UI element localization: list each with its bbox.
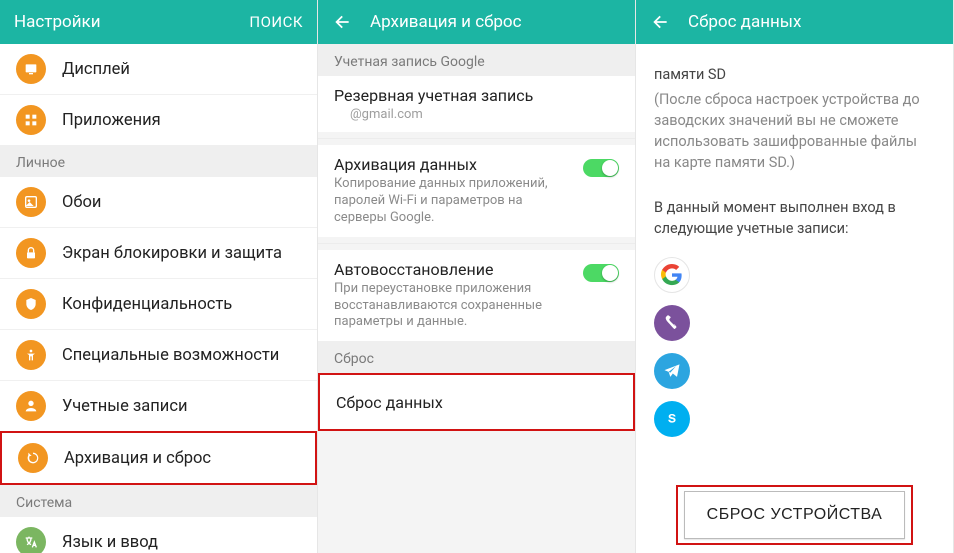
setting-title: Сброс данных bbox=[336, 393, 605, 412]
account-viber bbox=[636, 299, 953, 347]
apps-icon bbox=[16, 105, 46, 135]
reset-data-highlight: Сброс данных bbox=[318, 373, 635, 431]
accessibility-icon bbox=[16, 340, 46, 370]
settings-column: Настройки ПОИСК Дисплей Приложения Лично… bbox=[0, 0, 318, 553]
settings-item-privacy[interactable]: Конфиденциальность bbox=[0, 278, 317, 329]
factory-reset-highlight: СБРОС УСТРОЙСТВА bbox=[676, 485, 914, 545]
settings-list: Дисплей Приложения Личное Обои Экран бло… bbox=[0, 44, 317, 553]
list-item-label: Дисплей bbox=[62, 60, 130, 79]
search-action[interactable]: ПОИСК bbox=[249, 13, 303, 31]
accounts-icon bbox=[16, 391, 46, 421]
section-reset: Сброс bbox=[318, 341, 635, 373]
backup-content: Учетная запись Google Резервная учетная … bbox=[318, 44, 635, 553]
auto-restore-item[interactable]: Автовосстановление При переустановке при… bbox=[318, 250, 635, 342]
settings-item-accessibility[interactable]: Специальные возможности bbox=[0, 329, 317, 380]
backup-reset-highlight: Архивация и сброс bbox=[0, 431, 317, 485]
setting-email: @gmail.com bbox=[334, 107, 607, 122]
list-item-label: Учетные записи bbox=[62, 397, 188, 416]
reset-body: памяти SD (После сброса настроек устройс… bbox=[636, 44, 953, 553]
list-item-label: Архивация и сброс bbox=[64, 449, 211, 468]
backup-account-item[interactable]: Резервная учетная запись @gmail.com bbox=[318, 76, 635, 132]
reset-data-item[interactable]: Сброс данных bbox=[320, 375, 633, 429]
settings-item-apps[interactable]: Приложения bbox=[0, 94, 317, 145]
list-item-label: Экран блокировки и защита bbox=[62, 244, 282, 263]
settings-item-display[interactable]: Дисплей bbox=[0, 44, 317, 94]
display-icon bbox=[16, 54, 46, 84]
viber-icon bbox=[654, 305, 690, 341]
settings-item-lockscreen[interactable]: Экран блокировки и защита bbox=[0, 227, 317, 278]
setting-desc: При переустановке приложения восстанавли… bbox=[334, 281, 571, 332]
privacy-icon bbox=[16, 289, 46, 319]
telegram-icon bbox=[654, 353, 690, 389]
backup-icon bbox=[18, 443, 48, 473]
section-personal: Личное bbox=[0, 145, 317, 177]
backup-header: Архивация и сброс bbox=[318, 0, 635, 44]
setting-title: Резервная учетная запись bbox=[334, 86, 607, 105]
backup-title: Архивация и сброс bbox=[370, 12, 621, 32]
wallpaper-icon bbox=[16, 187, 46, 217]
reset-title: Сброс данных bbox=[688, 12, 939, 32]
skype-icon bbox=[654, 401, 690, 437]
settings-item-language[interactable]: Язык и ввод bbox=[0, 517, 317, 553]
backup-reset-column: Архивация и сброс Учетная запись Google … bbox=[318, 0, 636, 553]
lock-icon bbox=[16, 238, 46, 268]
sd-title: памяти SD bbox=[636, 64, 953, 85]
back-icon[interactable] bbox=[332, 12, 352, 32]
settings-header: Настройки ПОИСК bbox=[0, 0, 317, 44]
auto-restore-toggle[interactable] bbox=[583, 264, 619, 282]
backup-data-item[interactable]: Архивация данных Копирование данных прил… bbox=[318, 145, 635, 237]
setting-desc: Копирование данных приложений, паролей W… bbox=[334, 176, 571, 227]
language-icon bbox=[16, 527, 46, 553]
list-item-label: Специальные возможности bbox=[62, 346, 279, 365]
setting-title: Архивация данных bbox=[334, 155, 571, 174]
section-system: Система bbox=[0, 485, 317, 517]
list-item-label: Обои bbox=[62, 193, 101, 212]
google-icon bbox=[654, 257, 690, 293]
sd-desc: (После сброса настроек устройства до зав… bbox=[636, 89, 953, 173]
settings-item-backup-reset[interactable]: Архивация и сброс bbox=[2, 433, 315, 483]
section-google-account: Учетная запись Google bbox=[318, 44, 635, 76]
factory-reset-column: Сброс данных памяти SD (После сброса нас… bbox=[636, 0, 954, 553]
back-icon[interactable] bbox=[650, 12, 670, 32]
factory-reset-button[interactable]: СБРОС УСТРОЙСТВА bbox=[684, 491, 906, 539]
settings-title: Настройки bbox=[14, 12, 249, 32]
signed-in-text: В данный момент выполнен вход в следующи… bbox=[636, 197, 953, 239]
backup-data-toggle[interactable] bbox=[583, 159, 619, 177]
account-skype bbox=[636, 395, 953, 443]
reset-header: Сброс данных bbox=[636, 0, 953, 44]
settings-item-wallpaper[interactable]: Обои bbox=[0, 177, 317, 227]
settings-item-accounts[interactable]: Учетные записи bbox=[0, 380, 317, 431]
list-item-label: Язык и ввод bbox=[62, 533, 158, 552]
factory-reset-wrap: СБРОС УСТРОЙСТВА bbox=[636, 467, 953, 553]
list-item-label: Конфиденциальность bbox=[62, 295, 232, 314]
account-google bbox=[636, 251, 953, 299]
list-item-label: Приложения bbox=[62, 111, 161, 130]
setting-title: Автовосстановление bbox=[334, 260, 571, 279]
account-telegram bbox=[636, 347, 953, 395]
